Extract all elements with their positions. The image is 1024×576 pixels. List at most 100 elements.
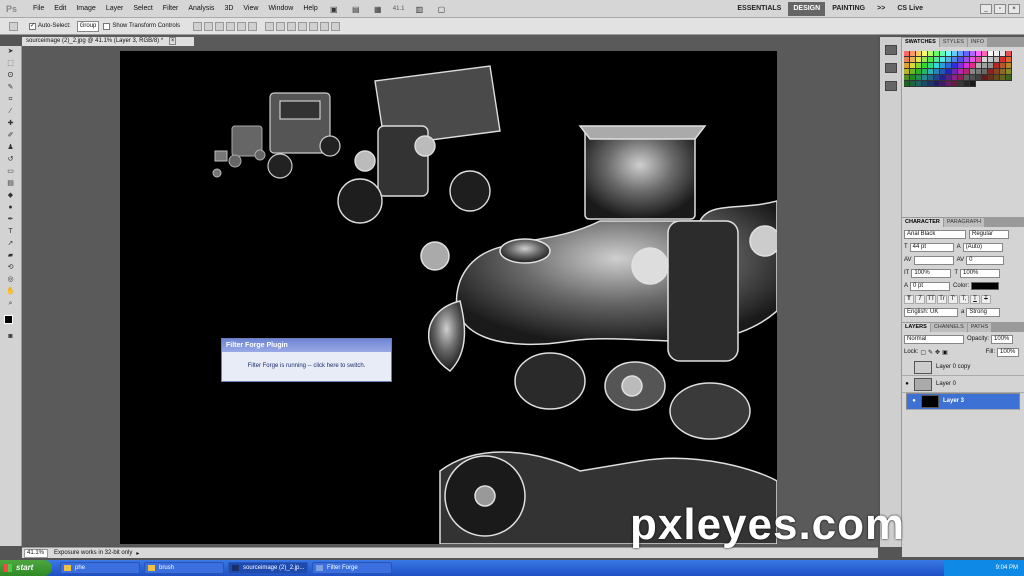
cs-live-button[interactable]: CS Live: [892, 2, 928, 16]
path-select-icon[interactable]: ➚: [5, 239, 17, 249]
document-canvas[interactable]: [120, 51, 777, 544]
workspace-essentials[interactable]: ESSENTIALS: [732, 2, 786, 16]
menu-select[interactable]: Select: [128, 0, 157, 18]
align-top-icon[interactable]: [193, 21, 203, 31]
taskbar-item[interactable]: sourceimage (2)_2.jp...: [228, 562, 308, 574]
move-tool-icon[interactable]: ➤: [5, 47, 17, 57]
start-button[interactable]: start: [0, 560, 52, 576]
menu-view[interactable]: View: [238, 0, 263, 18]
eraser-tool-icon[interactable]: ▭: [5, 167, 17, 177]
layer-name[interactable]: Layer 0 copy: [936, 364, 970, 370]
align-bottom-icon[interactable]: [215, 21, 225, 31]
screen-mode-icon[interactable]: ▢: [432, 3, 450, 15]
crop-tool-icon[interactable]: ⌗: [5, 95, 17, 105]
pen-tool-icon[interactable]: ✒: [5, 215, 17, 225]
color-swatches[interactable]: [0, 313, 21, 331]
lock-all-icon[interactable]: ▣: [942, 349, 948, 356]
foreground-color-icon[interactable]: [4, 315, 13, 324]
blur-tool-icon[interactable]: ◆: [5, 191, 17, 201]
3d-orbit-icon[interactable]: ◎: [5, 275, 17, 285]
distribute-top-icon[interactable]: [265, 21, 275, 31]
3d-rotate-icon[interactable]: ⟲: [5, 263, 17, 273]
adjustments-panel-icon[interactable]: [884, 81, 897, 91]
view-extras-icon[interactable]: ▦: [369, 3, 387, 15]
align-left-icon[interactable]: [226, 21, 236, 31]
auto-align-icon[interactable]: [331, 21, 341, 31]
menu-window[interactable]: Window: [263, 0, 298, 18]
mini-bridge-icon[interactable]: ▤: [347, 3, 365, 15]
menu-3d[interactable]: 3D: [219, 0, 238, 18]
layer-row[interactable]: Layer 0 copy: [902, 359, 1024, 376]
move-tool-icon[interactable]: [9, 21, 18, 31]
underline-button[interactable]: T: [970, 294, 980, 304]
language-select[interactable]: English: UK: [904, 307, 958, 317]
healing-brush-icon[interactable]: ✚: [5, 119, 17, 129]
dialog-message[interactable]: Filter Forge is running -- click here to…: [222, 363, 391, 369]
distribute-middle-icon[interactable]: [276, 21, 286, 31]
zoom-tool-icon[interactable]: ⌕: [5, 299, 17, 309]
clone-stamp-icon[interactable]: ♟: [5, 143, 17, 153]
history-panel-icon[interactable]: [884, 45, 897, 55]
align-right-icon[interactable]: [248, 21, 258, 31]
kerning-field[interactable]: [913, 255, 954, 265]
lasso-tool-icon[interactable]: ʘ: [5, 71, 17, 81]
workspace-more[interactable]: >>: [872, 2, 890, 16]
distribute-left-icon[interactable]: [298, 21, 308, 31]
font-style-select[interactable]: Regular: [969, 229, 1009, 239]
taskbar-item[interactable]: Filter Forge: [312, 562, 392, 574]
show-transform-checkbox[interactable]: [103, 22, 111, 30]
menu-edit[interactable]: Edit: [49, 0, 71, 18]
taskbar-item[interactable]: phe: [60, 562, 140, 574]
tab-paths[interactable]: PATHS: [967, 323, 992, 332]
tab-layers[interactable]: LAYERS: [902, 323, 930, 332]
horizontal-scale-field[interactable]: 100%: [960, 268, 1001, 278]
tab-info[interactable]: INFO: [967, 38, 987, 47]
status-menu-icon[interactable]: ▸: [136, 550, 139, 557]
taskbar-item[interactable]: brush: [144, 562, 224, 574]
status-zoom-field[interactable]: 41.1%: [24, 548, 48, 558]
faux-bold-button[interactable]: T: [904, 294, 914, 304]
close-icon[interactable]: ×: [1008, 3, 1020, 14]
superscript-button[interactable]: T': [948, 294, 958, 304]
tracking-field[interactable]: 0: [966, 255, 1005, 265]
layer-row-selected[interactable]: ● Layer 3: [906, 393, 1020, 410]
hand-tool-icon[interactable]: ✋: [5, 287, 17, 297]
text-color-swatch[interactable]: [971, 282, 1000, 290]
tab-swatches[interactable]: SWATCHES: [902, 38, 939, 47]
layer-row[interactable]: ● Layer 0: [902, 376, 1024, 393]
tab-channels[interactable]: CHANNELS: [930, 323, 967, 332]
shape-tool-icon[interactable]: ▰: [5, 251, 17, 261]
small-caps-button[interactable]: Tr: [937, 294, 947, 304]
align-middle-icon[interactable]: [204, 21, 214, 31]
auto-select-checkbox[interactable]: ✓: [29, 22, 36, 30]
close-tab-icon[interactable]: ×: [168, 37, 177, 45]
all-caps-button[interactable]: TT: [926, 294, 936, 304]
menu-analysis[interactable]: Analysis: [183, 0, 219, 18]
quick-mask-icon[interactable]: ◙: [5, 332, 17, 342]
workspace-design[interactable]: DESIGN: [788, 1, 826, 16]
tab-paragraph[interactable]: PARAGRAPH: [943, 218, 984, 227]
layer-name[interactable]: Layer 3: [943, 397, 964, 406]
marquee-tool-icon[interactable]: ⬚: [5, 59, 17, 69]
swatch[interactable]: [1006, 75, 1012, 81]
tab-character[interactable]: CHARACTER: [902, 218, 943, 227]
distribute-bottom-icon[interactable]: [287, 21, 297, 31]
vertical-scale-field[interactable]: 100%: [911, 268, 952, 278]
lock-transparency-icon[interactable]: ▢: [920, 349, 926, 356]
visibility-eye-icon[interactable]: ●: [902, 381, 912, 387]
leading-field[interactable]: (Auto): [962, 242, 1003, 252]
opacity-field[interactable]: 100%: [991, 334, 1014, 344]
dodge-tool-icon[interactable]: ●: [5, 203, 17, 213]
swatch-grid[interactable]: [904, 51, 1012, 87]
brush-tool-icon[interactable]: ✐: [5, 131, 17, 141]
quick-select-tool-icon[interactable]: ✎: [5, 83, 17, 93]
visibility-eye-icon[interactable]: ●: [909, 397, 919, 406]
menu-file[interactable]: File: [28, 0, 49, 18]
type-tool-icon[interactable]: T: [5, 227, 17, 237]
menu-filter[interactable]: Filter: [158, 0, 184, 18]
layer-name[interactable]: Layer 0: [936, 381, 956, 387]
restore-icon[interactable]: ▫: [994, 3, 1006, 14]
faux-italic-button[interactable]: T: [915, 294, 925, 304]
subscript-button[interactable]: T,: [959, 294, 969, 304]
eyedropper-tool-icon[interactable]: ⁄: [5, 107, 17, 117]
